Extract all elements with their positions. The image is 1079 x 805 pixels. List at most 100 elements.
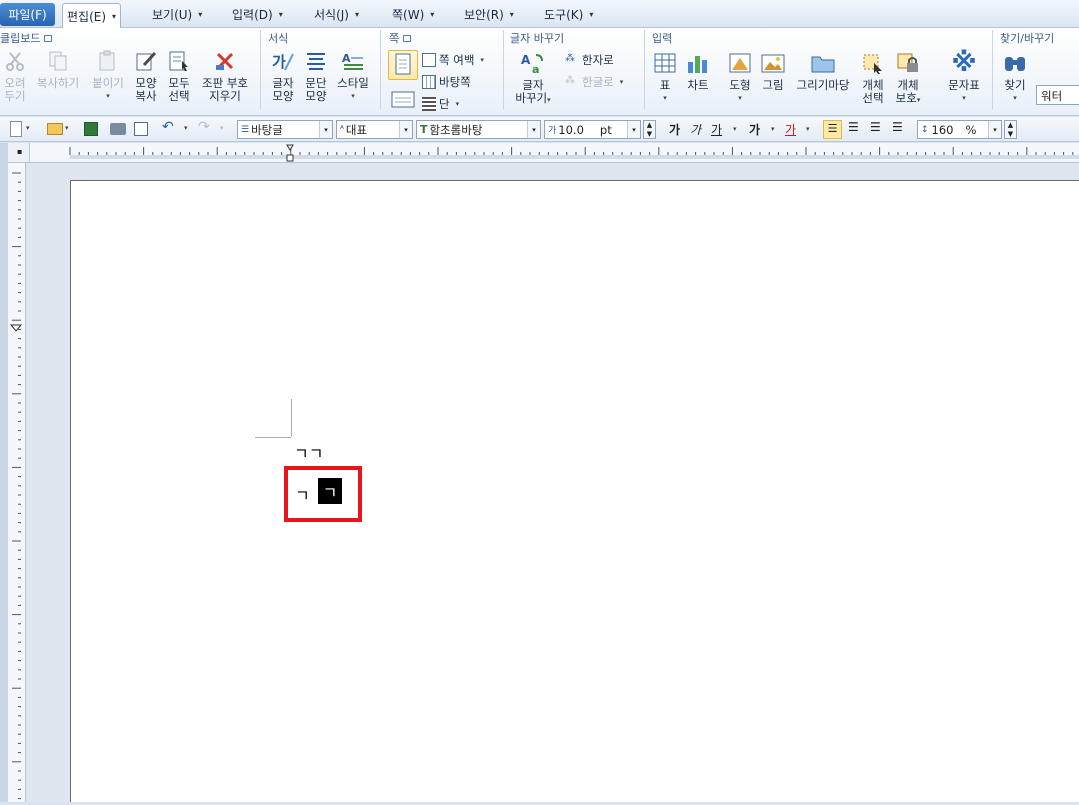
char-replace-button[interactable]: Aa 글자 바꾸기▾ (513, 50, 553, 107)
font-size-spinner[interactable]: ▲ ▼ (643, 120, 656, 139)
strikethrough-button[interactable]: 가 (749, 121, 760, 138)
style-select[interactable]: ☰ 바탕글 ▾ (237, 120, 333, 139)
print-icon[interactable] (110, 123, 126, 135)
italic-button[interactable]: 가 (690, 121, 701, 138)
separator (503, 30, 504, 110)
ruler-corner[interactable]: ▪ (8, 143, 30, 163)
line-spacing-select[interactable]: ↕ 160% ▾ (917, 120, 1002, 139)
chart-button[interactable]: 차트 (683, 50, 713, 92)
vertical-ruler[interactable] (8, 163, 26, 802)
new-document-icon[interactable] (10, 121, 22, 137)
paste-button[interactable]: 붙이기 ▾ (90, 48, 126, 103)
left-panel-strip (0, 143, 8, 802)
folder-drawing-icon (810, 50, 836, 76)
char-shape-button[interactable]: 가 글자 모양 (268, 48, 298, 103)
menu-bar: 파일(F) 편집(E) ▾ 보기(U) ▾ 입력(D) ▾ 서식(J) ▾ 쪽(W) ▾ … (0, 0, 1079, 28)
line-spacing-spinner[interactable]: ▲ ▼ (1004, 120, 1017, 139)
open-folder-icon[interactable] (47, 123, 63, 135)
group-replace-title: 글자 바꾸기 (510, 32, 565, 45)
paragraph-icon (303, 48, 329, 74)
menu-page[interactable]: 쪽(W) ▾ (388, 4, 438, 25)
format-brush-icon (133, 48, 159, 74)
picture-icon (760, 50, 786, 76)
svg-text:가: 가 (272, 53, 286, 71)
chevron-down-icon[interactable]: ▾ (26, 124, 30, 132)
style-icon: A (340, 48, 366, 74)
undo-icon[interactable]: ↶ (162, 119, 178, 135)
align-left-button[interactable]: ☰ (848, 120, 864, 136)
separator (380, 30, 381, 110)
bold-button[interactable]: 가 (669, 121, 680, 138)
font-color-button[interactable]: 가 (785, 121, 796, 138)
margin-guide (291, 399, 292, 437)
menu-view[interactable]: 보기(U) ▾ (148, 4, 206, 25)
page-landscape-button[interactable] (388, 86, 418, 115)
find-button[interactable]: 찾기 ▾ (1000, 50, 1030, 105)
chevron-down-icon[interactable]: ▾ (733, 125, 737, 133)
chevron-down-icon: ▾ (106, 92, 110, 100)
save-icon[interactable] (84, 122, 98, 136)
font-size-select[interactable]: 가 10.0 pt ▾ (544, 120, 641, 139)
cut-button[interactable]: 오려 두기 (2, 48, 28, 103)
shape-button[interactable]: 도형 ▾ (725, 50, 755, 105)
horizontal-ruler[interactable] (30, 143, 1079, 163)
chevron-down-icon: ▾ (663, 94, 667, 102)
chevron-down-icon[interactable]: ▾ (806, 125, 810, 133)
chevron-down-icon[interactable]: ▾ (771, 125, 775, 133)
redo-icon[interactable]: ↷ (198, 119, 214, 135)
style-button[interactable]: A 스타일 ▾ (334, 48, 372, 103)
chevron-down-icon[interactable]: ▾ (220, 124, 224, 132)
highlight-annotation (284, 466, 362, 522)
align-right-button[interactable]: ☰ (892, 120, 908, 136)
menu-edit[interactable]: 편집(E) ▾ (62, 3, 122, 28)
expand-icon[interactable] (403, 34, 412, 42)
language-select[interactable]: ᴬ 대표 ▾ (336, 120, 413, 139)
find-input[interactable]: 워터 (1036, 85, 1079, 105)
menu-insert[interactable]: 입력(D) ▾ (228, 4, 287, 25)
menu-format[interactable]: 서식(J) ▾ (310, 4, 363, 25)
object-protect-button[interactable]: 개체 보호▾ (890, 50, 926, 107)
ruler-tick-marks (12, 172, 21, 800)
hanja-button[interactable]: ⁂ 한자로 (565, 52, 614, 68)
table-button[interactable]: 표 ▾ (653, 50, 677, 105)
chevron-down-icon: ▾ (962, 94, 966, 102)
columns-button[interactable]: 단 ▾ (422, 96, 459, 112)
expand-icon[interactable] (44, 34, 53, 42)
chevron-down-icon: ▾ (430, 10, 435, 19)
document-page[interactable] (70, 180, 1079, 802)
menu-security[interactable]: 보안(R) ▾ (460, 4, 518, 25)
chevron-down-icon[interactable]: ▾ (112, 12, 116, 21)
margin-guide (255, 437, 291, 438)
group-format-title: 서식 (268, 32, 289, 45)
menu-file[interactable]: 파일(F) (0, 3, 55, 26)
document-text-line[interactable]: ㄱㄱ (294, 440, 323, 464)
copy-button[interactable]: 복사하기 (32, 48, 84, 90)
copy-icon (45, 48, 71, 74)
chevron-down-icon: ▾ (916, 96, 921, 104)
chevron-down-icon: ▾ (319, 121, 332, 138)
align-justify-button[interactable]: ☰ (823, 120, 842, 139)
object-select-button[interactable]: 개체 선택 (858, 50, 888, 105)
clear-marks-button[interactable]: 조판 부호 지우기 (198, 48, 252, 103)
page-landscape-icon (390, 86, 416, 112)
hangul-button[interactable]: ⁂ 한글로 ▾ (565, 74, 623, 90)
menu-tools[interactable]: 도구(K) ▾ (540, 4, 597, 25)
format-copy-button[interactable]: 모양 복사 (131, 48, 161, 103)
underline-button[interactable]: 가 (711, 121, 722, 138)
scissors-icon (2, 48, 28, 74)
hanja-icon: ⁂ (565, 53, 575, 64)
para-shape-button[interactable]: 문단 모양 (301, 48, 331, 103)
font-select[interactable]: T 함초롬바탕 ▾ (416, 120, 541, 139)
select-all-button[interactable]: 모두 선택 (164, 48, 194, 103)
chevron-down-icon[interactable]: ▾ (65, 124, 69, 132)
align-center-button[interactable]: ☰ (870, 120, 886, 136)
page-margin-button[interactable]: 쪽 여백 ▾ (422, 52, 484, 68)
chevron-down-icon[interactable]: ▾ (184, 124, 188, 132)
char-map-button[interactable]: ※ 문자표 ▾ (944, 50, 984, 105)
print-preview-icon[interactable] (134, 122, 148, 136)
hangul-icon: ⁂ (565, 75, 575, 86)
picture-button[interactable]: 그림 (758, 50, 788, 92)
background-page-button[interactable]: 바탕쪽 (422, 74, 471, 90)
drawing-button[interactable]: 그리기마당 (792, 50, 854, 92)
page-portrait-button[interactable] (388, 50, 418, 80)
